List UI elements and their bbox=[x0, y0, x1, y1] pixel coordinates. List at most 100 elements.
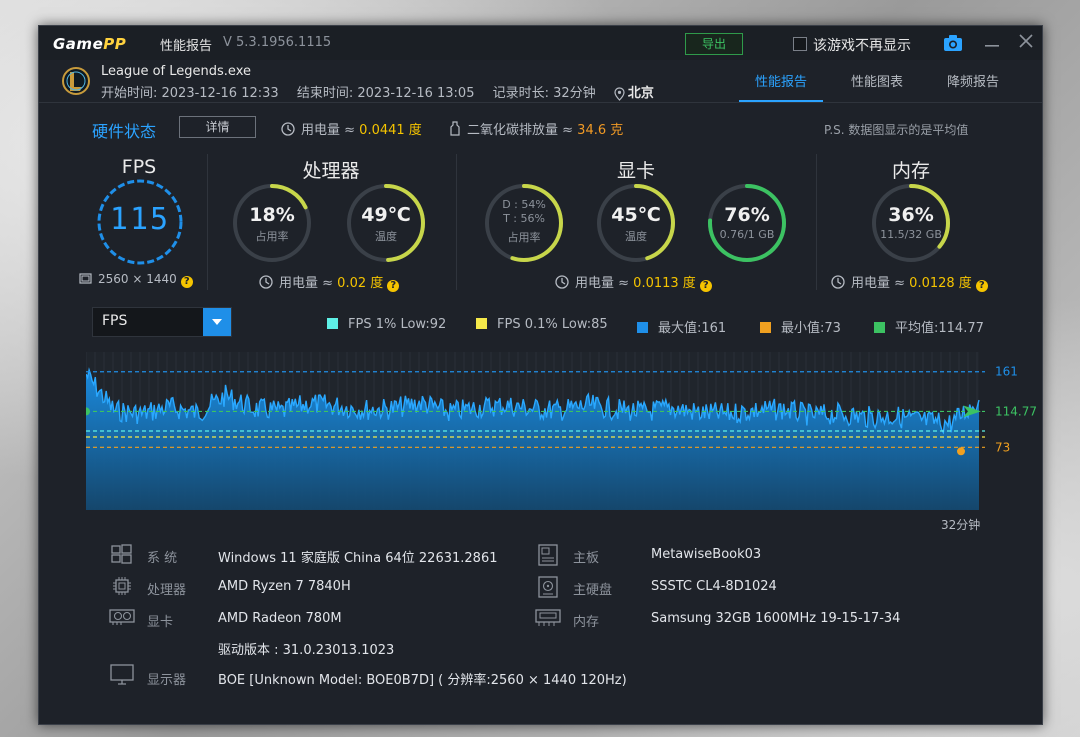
cpu-temp-label: 温度 bbox=[375, 230, 397, 243]
record-duration: 记录时长: 32分钟 bbox=[492, 86, 596, 101]
windows-icon bbox=[111, 544, 132, 564]
detail-button[interactable]: 详情 bbox=[179, 116, 256, 138]
app-version: V 5.3.1956.1115 bbox=[223, 35, 332, 50]
close-icon[interactable] bbox=[1017, 32, 1035, 50]
app-logo: GamePP bbox=[53, 35, 126, 53]
total-power-value: 0.0441 度 bbox=[359, 123, 422, 138]
hard-disk-icon bbox=[538, 576, 558, 598]
power-meter-icon bbox=[831, 275, 845, 289]
system-label: 系 统 bbox=[147, 551, 178, 566]
memory-power-label: 用电量 ≈ bbox=[851, 276, 906, 291]
location-pin-icon bbox=[614, 86, 625, 101]
resolution: 2560 × 1440? bbox=[79, 272, 193, 288]
start-time: 开始时间: 2023-12-16 12:33 bbox=[101, 86, 279, 101]
cpu-temp-gauge: 49℃ 温度 bbox=[345, 182, 427, 264]
legend-swatch bbox=[760, 322, 771, 333]
co2-emission: 二氧化碳排放量 ≈ 34.6 克 bbox=[449, 119, 623, 138]
co2-bottle-icon bbox=[450, 121, 460, 136]
fps-section-title: FPS bbox=[121, 156, 157, 178]
display-label: 显示器 bbox=[147, 673, 187, 688]
legend-item-fps-1pct-low: FPS 1% Low:92 bbox=[327, 317, 446, 332]
gpu-power-label: 用电量 ≈ bbox=[575, 276, 630, 291]
end-time: 结束时间: 2023-12-16 13:05 bbox=[296, 86, 475, 101]
system-value: Windows 11 家庭版 China 64位 22631.2861 bbox=[218, 551, 498, 566]
gpu-memory-value: 76% bbox=[724, 204, 770, 226]
legend-item-fps-01pct-low: FPS 0.1% Low:85 bbox=[476, 317, 608, 332]
legend-swatch bbox=[476, 318, 487, 329]
help-icon[interactable]: ? bbox=[180, 276, 193, 288]
metric-dropdown-value: FPS bbox=[102, 313, 128, 329]
fps-chart: 161 114.77 73 bbox=[86, 352, 1037, 510]
tab-throttle-report[interactable]: 降频报告 bbox=[947, 71, 999, 90]
app-title: 性能报告 bbox=[160, 39, 213, 54]
memory-value: Samsung 32GB 1600MHz 19-15-17-34 bbox=[651, 611, 901, 626]
gpu-memory-gauge: 76% 0.76/1 GB bbox=[706, 182, 788, 264]
active-tab-indicator bbox=[739, 100, 823, 102]
cpu-usage-label: 占用率 bbox=[255, 230, 289, 243]
graphics-card-icon bbox=[109, 609, 135, 625]
gpu-memory-label: 0.76/1 GB bbox=[719, 228, 775, 241]
export-button[interactable]: 导出 bbox=[685, 33, 743, 55]
divider bbox=[816, 154, 817, 290]
metric-dropdown[interactable]: FPS bbox=[92, 307, 232, 337]
motherboard-label: 主板 bbox=[573, 551, 600, 566]
tab-performance-report[interactable]: 性能报告 bbox=[755, 71, 807, 90]
chart-x-label: 32分钟 bbox=[941, 518, 981, 532]
logo-main: Game bbox=[53, 35, 104, 53]
motherboard-value: MetawiseBook03 bbox=[651, 547, 762, 562]
divider bbox=[207, 154, 208, 290]
memory-usage-gauge: 36% 11.5/32 GB bbox=[870, 182, 952, 264]
camera-icon[interactable] bbox=[943, 34, 963, 52]
legend-item-min: 最小值:73 bbox=[760, 317, 841, 336]
legend-label: FPS 1% Low:92 bbox=[348, 317, 447, 332]
legend-label: 最大值:161 bbox=[658, 321, 727, 336]
title-bar: GamePP 性能报告 V 5.3.1956.1115 导出 该游戏不再显示 bbox=[39, 26, 1042, 60]
memory-power: 用电量 ≈ 0.0128 度? bbox=[831, 272, 988, 292]
minimize-icon[interactable] bbox=[983, 32, 1001, 50]
driver-version: 驱动版本 : 31.0.23013.1023 bbox=[218, 643, 395, 658]
memory-module-icon bbox=[535, 609, 561, 626]
divider bbox=[456, 154, 457, 290]
memory-label: 内存 bbox=[573, 615, 600, 630]
memory-usage-label: 11.5/32 GB bbox=[880, 228, 942, 241]
dropdown-button[interactable] bbox=[203, 308, 231, 336]
motherboard-icon bbox=[538, 544, 558, 566]
fps-gauge: 115 bbox=[96, 178, 184, 266]
power-meter-icon bbox=[555, 275, 569, 289]
cpu-usage-gauge: 18% 占用率 bbox=[231, 182, 313, 264]
gpu-temp-label: 温度 bbox=[625, 230, 647, 243]
average-note: P.S. 数据图显示的是平均值 bbox=[824, 123, 969, 137]
cpu-usage-value: 18% bbox=[249, 204, 295, 226]
memory-section-title: 内存 bbox=[891, 160, 930, 182]
display-value: BOE [Unknown Model: BOE0B7D] ( 分辨率:2560 … bbox=[218, 673, 627, 688]
dont-show-label: 该游戏不再显示 bbox=[813, 38, 911, 54]
cpu-section-title: 处理器 bbox=[302, 160, 360, 182]
total-power: 用电量 ≈ 0.0441 度 bbox=[281, 119, 422, 138]
hardware-status-title: 硬件状态 bbox=[92, 122, 157, 141]
help-icon[interactable]: ? bbox=[387, 280, 400, 292]
total-power-label: 用电量 ≈ bbox=[301, 123, 356, 138]
game-name: League of Legends.exe bbox=[101, 64, 251, 79]
legend-swatch bbox=[327, 318, 338, 329]
cpu-label: 处理器 bbox=[147, 583, 187, 598]
session-meta: 开始时间: 2023-12-16 12:33 结束时间: 2023-12-16 … bbox=[101, 82, 668, 101]
disk-label: 主硬盘 bbox=[573, 583, 613, 598]
gpu-d-usage: D : 54% bbox=[502, 198, 546, 211]
co2-label: 二氧化碳排放量 ≈ bbox=[467, 123, 574, 138]
help-icon[interactable]: ? bbox=[699, 280, 712, 292]
gpu-temp-gauge: 45℃ 温度 bbox=[595, 182, 677, 264]
monitor-icon bbox=[110, 664, 134, 685]
chevron-down-icon bbox=[212, 319, 222, 325]
gpu-usage-gauge: D : 54% T : 56% 占用率 bbox=[483, 182, 565, 264]
fps-value: 115 bbox=[109, 202, 171, 237]
min-marker bbox=[957, 447, 965, 456]
dont-show-checkbox[interactable] bbox=[793, 37, 807, 51]
help-icon[interactable]: ? bbox=[975, 280, 988, 292]
monitor-small-icon bbox=[79, 273, 92, 284]
tab-performance-chart[interactable]: 性能图表 bbox=[851, 71, 903, 90]
legend-item-max: 最大值:161 bbox=[637, 317, 726, 336]
cpu-value: AMD Ryzen 7 7840H bbox=[218, 579, 351, 594]
gpu-label: 显卡 bbox=[147, 615, 174, 630]
legend-label: 平均值:114.77 bbox=[895, 321, 984, 336]
gpu-t-usage: T : 56% bbox=[503, 212, 545, 225]
